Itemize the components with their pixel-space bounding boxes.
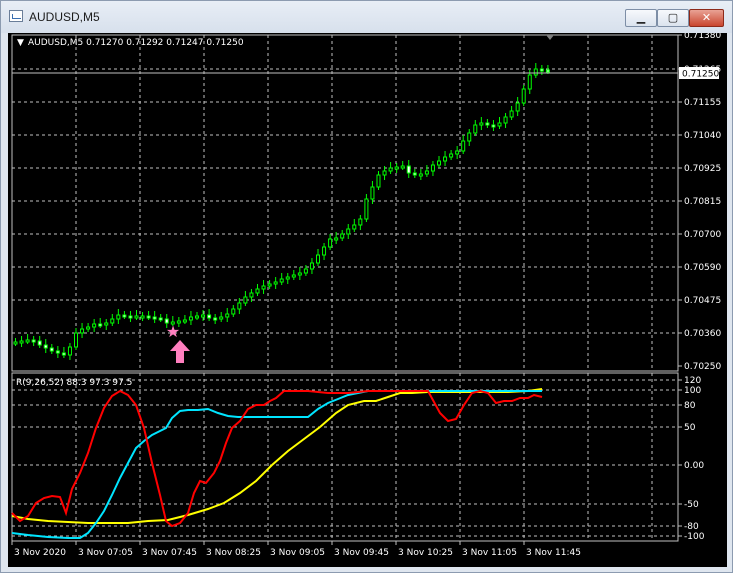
svg-text:-50: -50	[684, 500, 699, 510]
minimize-icon: ▁	[636, 11, 646, 24]
svg-text:0.71155: 0.71155	[684, 98, 721, 108]
maximize-icon: ▢	[667, 11, 679, 24]
svg-text:3 Nov 09:45: 3 Nov 09:45	[334, 548, 389, 558]
svg-text:3 Nov 09:05: 3 Nov 09:05	[270, 548, 325, 558]
current-price-label: 0.71250	[682, 70, 719, 80]
svg-text:0.71380: 0.71380	[684, 33, 721, 41]
svg-text:100: 100	[684, 386, 701, 396]
title-bar[interactable]: AUDUSD,M5 ▁ ▢ ✕	[1, 1, 732, 33]
svg-text:3 Nov 2020: 3 Nov 2020	[14, 548, 66, 558]
close-icon: ✕	[701, 11, 712, 24]
window-title: AUDUSD,M5	[29, 10, 100, 24]
chart-canvas[interactable]: ▼ AUDUSD,M5 0.71270 0.71292 0.71247 0.71…	[8, 31, 727, 567]
svg-text:0.00: 0.00	[684, 461, 704, 471]
chart-area[interactable]: ▼ AUDUSD,M5 0.71270 0.71292 0.71247 0.71…	[8, 31, 727, 567]
chart-window-icon	[9, 10, 23, 22]
buy-signal-arrow-icon	[170, 340, 190, 363]
svg-text:3 Nov 11:05: 3 Nov 11:05	[462, 548, 517, 558]
svg-text:0.70475: 0.70475	[684, 296, 721, 306]
current-price-marker: 0.71250	[679, 67, 719, 80]
svg-text:0.70360: 0.70360	[684, 329, 721, 339]
close-button[interactable]: ✕	[689, 9, 724, 27]
buy-signal-star-icon: ★	[166, 322, 180, 341]
svg-text:120: 120	[684, 376, 701, 386]
svg-text:3 Nov 07:05: 3 Nov 07:05	[78, 548, 133, 558]
svg-text:80: 80	[684, 401, 696, 411]
svg-text:0.70925: 0.70925	[684, 164, 721, 174]
svg-text:0.71040: 0.71040	[684, 131, 721, 141]
indicator-line-fast	[11, 389, 543, 528]
svg-text:3 Nov 10:25: 3 Nov 10:25	[398, 548, 453, 558]
indicator-axis: 120100 80 50 0.00 -50 -80-100	[678, 376, 705, 542]
svg-text:0.70815: 0.70815	[684, 197, 721, 207]
svg-text:-100: -100	[684, 532, 705, 542]
svg-text:0.70250: 0.70250	[684, 362, 721, 372]
svg-text:0.70590: 0.70590	[684, 263, 721, 273]
svg-text:3 Nov 11:45: 3 Nov 11:45	[526, 548, 581, 558]
indicator-grid	[12, 373, 678, 541]
chart-window: AUDUSD,M5 ▁ ▢ ✕ ▼ AUDUSD,M5 0.71270 0.71…	[0, 0, 733, 573]
shift-marker-icon[interactable]	[546, 35, 554, 40]
svg-text:0.70700: 0.70700	[684, 230, 721, 240]
svg-text:3 Nov 08:25: 3 Nov 08:25	[206, 548, 261, 558]
minimize-button[interactable]: ▁	[625, 9, 657, 27]
svg-text:3 Nov 07:45: 3 Nov 07:45	[142, 548, 197, 558]
indicator-pane-border	[11, 372, 679, 542]
time-axis: 3 Nov 2020 3 Nov 07:05 3 Nov 07:45 3 Nov 08…	[11, 541, 581, 558]
chart-menu-icon[interactable]: ▼	[17, 38, 24, 48]
indicator-header: R(9,26,52) 88.3 97.3 97.5	[16, 378, 132, 388]
svg-text:-80: -80	[684, 522, 699, 532]
candles	[13, 63, 550, 360]
svg-text:50: 50	[684, 423, 696, 433]
price-axis: 0.713800.712650.711550.710400.709250.708…	[678, 31, 721, 372]
main-chart-header: AUDUSD,M5 0.71270 0.71292 0.71247 0.7125…	[28, 38, 244, 48]
maximize-button[interactable]: ▢	[657, 9, 689, 27]
